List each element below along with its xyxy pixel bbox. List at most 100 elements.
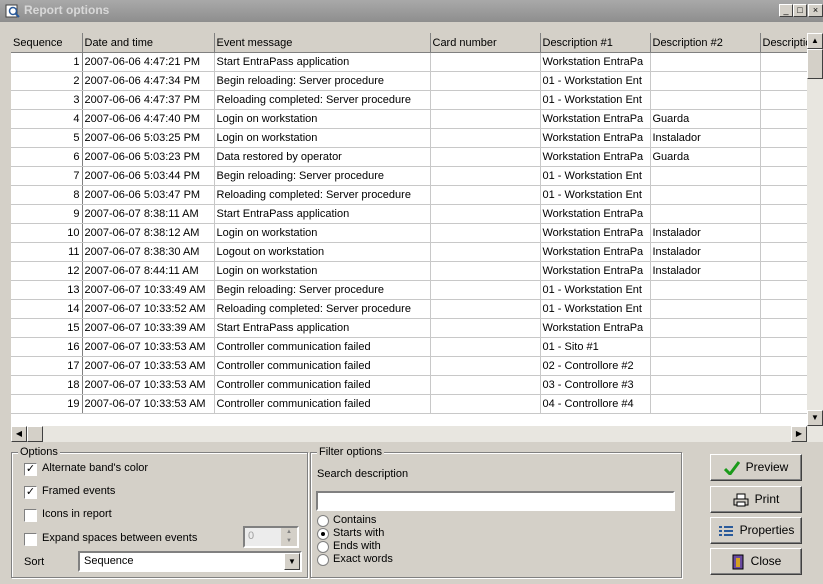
table-row[interactable]: 14 2007-06-07 10:33:52 AM Reloading comple… [11,299,823,319]
description1-cell: Workstation EntraPa [540,128,651,148]
event-message-cell: Login on workstation [214,109,431,129]
table-row[interactable]: 4 2007-06-06 4:47:40 PM Login on workstati… [11,109,823,129]
event-message-cell: Data restored by operator [214,147,431,167]
description1-cell: 01 - Workstation Ent [540,280,651,300]
description2-cell [650,185,761,205]
alternate-color-checkbox[interactable]: ✓ [24,463,37,476]
filter-radio[interactable] [317,554,329,566]
scroll-down-icon[interactable]: ▼ [807,410,823,426]
table-row[interactable]: 7 2007-06-06 5:03:44 PM Begin reloading: S… [11,166,823,186]
table-row[interactable]: 1 2007-06-06 4:47:21 PM Start EntraPass ap… [11,52,823,72]
maximize-button[interactable]: □ [793,4,807,17]
description1-cell: 01 - Sito #1 [540,337,651,357]
spin-up-icon[interactable]: ▲ [281,528,297,537]
table-row[interactable]: 13 2007-06-07 10:33:49 AM Begin reloading:… [11,280,823,300]
chevron-down-icon[interactable]: ▼ [284,553,300,570]
column-header[interactable]: Description #2 [650,33,761,53]
spin-down-icon[interactable]: ▼ [281,537,297,546]
expand-spaces-spinner[interactable]: 0 ▲ ▼ [243,526,299,548]
event-message-cell: Reloading completed: Server procedure [214,90,431,110]
search-description-input[interactable] [316,491,675,511]
close-button[interactable]: Close [710,548,802,575]
column-header[interactable]: Card number [430,33,541,53]
horizontal-scrollbar[interactable]: ◀ ▶ [11,426,823,442]
table-row[interactable]: 16 2007-06-07 10:33:53 AM Controller commu… [11,337,823,357]
description1-cell: 01 - Workstation Ent [540,185,651,205]
description1-cell: 01 - Workstation Ent [540,71,651,91]
framed-events-checkbox[interactable]: ✓ [24,486,37,499]
table-row[interactable]: 6 2007-06-06 5:03:23 PM Data restored by o… [11,147,823,167]
card-number-cell [430,90,541,110]
event-message-cell: Login on workstation [214,128,431,148]
scroll-thumb[interactable] [807,49,823,79]
description2-cell [650,166,761,186]
table-row[interactable]: 2 2007-06-06 4:47:34 PM Begin reloading: S… [11,71,823,91]
datetime-cell: 2007-06-06 5:03:25 PM [82,128,215,148]
column-header[interactable]: Description #1 [540,33,651,53]
column-header[interactable]: Date and time [82,33,215,53]
datetime-cell: 2007-06-07 8:44:11 AM [82,261,215,281]
filter-radio-label: Exact words [333,553,393,565]
title-bar[interactable]: Report options _ □ × [0,0,823,22]
table-row[interactable]: 10 2007-06-07 8:38:12 AM Login on workstat… [11,223,823,243]
table-row[interactable]: 3 2007-06-06 4:47:37 PM Reloading complete… [11,90,823,110]
scroll-up-icon[interactable]: ▲ [807,33,823,49]
sequence-cell: 19 [11,394,83,414]
filter-radio[interactable] [317,515,329,527]
card-number-cell [430,261,541,281]
column-header[interactable]: Event message [214,33,431,53]
filter-radio[interactable] [317,528,329,540]
table-row[interactable]: 15 2007-06-07 10:33:39 AM Start EntraPass … [11,318,823,338]
search-description-label: Search description [317,468,409,480]
close-window-button[interactable]: × [808,4,823,17]
table-row[interactable]: 8 2007-06-06 5:03:47 PM Reloading complete… [11,185,823,205]
options-group: Options ✓ Alternate band's color ✓ Frame… [11,446,308,578]
event-message-cell: Controller communication failed [214,375,431,395]
description2-cell [650,356,761,376]
datetime-cell: 2007-06-06 5:03:47 PM [82,185,215,205]
minimize-button[interactable]: _ [779,4,793,17]
sequence-cell: 12 [11,261,83,281]
sort-select[interactable]: Sequence ▼ [78,551,302,572]
sequence-cell: 13 [11,280,83,300]
table-row[interactable]: 12 2007-06-07 8:44:11 AM Login on workstat… [11,261,823,281]
expand-spaces-label: Expand spaces between events [42,532,198,544]
description1-cell: Workstation EntraPa [540,52,651,72]
table-row[interactable]: 11 2007-06-07 8:38:30 AM Logout on worksta… [11,242,823,262]
card-number-cell [430,147,541,167]
scroll-right-icon[interactable]: ▶ [791,426,807,442]
datetime-cell: 2007-06-07 10:33:49 AM [82,280,215,300]
description1-cell: 01 - Workstation Ent [540,299,651,319]
framed-events-label: Framed events [42,485,116,497]
filter-radio[interactable] [317,541,329,553]
event-message-cell: Controller communication failed [214,356,431,376]
print-button[interactable]: Print [710,486,802,513]
scroll-left-icon[interactable]: ◀ [11,426,27,442]
description1-cell: Workstation EntraPa [540,204,651,224]
table-row[interactable]: 9 2007-06-07 8:38:11 AM Start EntraPass ap… [11,204,823,224]
event-grid[interactable]: Sequence Date and time Event message Car… [11,33,823,426]
description1-cell: Workstation EntraPa [540,318,651,338]
description1-cell: 02 - Controllore #2 [540,356,651,376]
card-number-cell [430,337,541,357]
icons-in-report-label: Icons in report [42,508,112,520]
card-number-cell [430,280,541,300]
card-number-cell [430,52,541,72]
expand-spaces-checkbox[interactable] [24,533,37,546]
hscroll-thumb[interactable] [27,426,43,442]
sequence-cell: 5 [11,128,83,148]
column-header[interactable]: Sequence [11,33,83,53]
datetime-cell: 2007-06-07 8:38:11 AM [82,204,215,224]
description2-cell [650,71,761,91]
table-row[interactable]: 18 2007-06-07 10:33:53 AM Controller commu… [11,375,823,395]
table-row[interactable]: 17 2007-06-07 10:33:53 AM Controller commu… [11,356,823,376]
event-message-cell: Controller communication failed [214,394,431,414]
icons-in-report-checkbox[interactable] [24,509,37,522]
table-row[interactable]: 5 2007-06-06 5:03:25 PM Login on workstati… [11,128,823,148]
properties-button[interactable]: Properties [710,517,802,544]
preview-button[interactable]: Preview [710,454,802,481]
options-group-title: Options [18,446,60,458]
event-message-cell: Begin reloading: Server procedure [214,280,431,300]
table-row[interactable]: 19 2007-06-07 10:33:53 AM Controller commu… [11,394,823,414]
vertical-scrollbar[interactable]: ▲ ▼ [807,33,823,426]
